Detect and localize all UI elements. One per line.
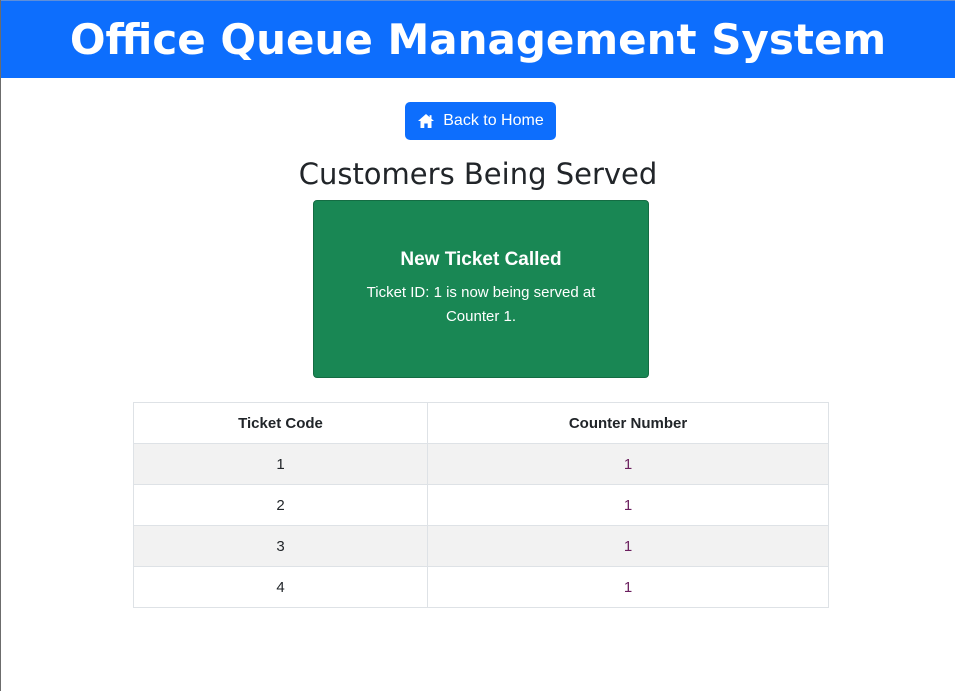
column-header-ticket-code: Ticket Code	[133, 402, 428, 444]
page-title: Office Queue Management System	[69, 14, 887, 64]
served-customers-table: Ticket Code Counter Number 1 1 2 1 3 1 4…	[133, 402, 829, 608]
table-row: 4 1	[133, 566, 829, 608]
notification-title: New Ticket Called	[400, 249, 562, 270]
counter-number-cell: 1	[427, 443, 829, 485]
app-header: Office Queue Management System	[1, 0, 955, 78]
table-row: 3 1	[133, 525, 829, 567]
section-title: Customers Being Served	[298, 157, 658, 191]
notification-message: Ticket ID: 1 is now being served at Coun…	[366, 284, 596, 325]
ticket-called-notification: New Ticket Called Ticket ID: 1 is now be…	[313, 200, 649, 378]
ticket-code-cell: 3	[133, 525, 428, 567]
counter-number-cell: 1	[427, 484, 829, 526]
ticket-code-cell: 1	[133, 443, 428, 485]
table-row: 1 1	[133, 443, 829, 485]
ticket-code-cell: 4	[133, 566, 428, 608]
counter-number-cell: 1	[427, 525, 829, 567]
home-icon	[417, 113, 435, 129]
ticket-code-cell: 2	[133, 484, 428, 526]
back-to-home-label: Back to Home	[443, 112, 544, 129]
table-header-row: Ticket Code Counter Number	[133, 402, 829, 444]
column-header-counter-number: Counter Number	[427, 402, 829, 444]
counter-number-cell: 1	[427, 566, 829, 608]
back-to-home-button[interactable]: Back to Home	[405, 102, 556, 140]
table-row: 2 1	[133, 484, 829, 526]
